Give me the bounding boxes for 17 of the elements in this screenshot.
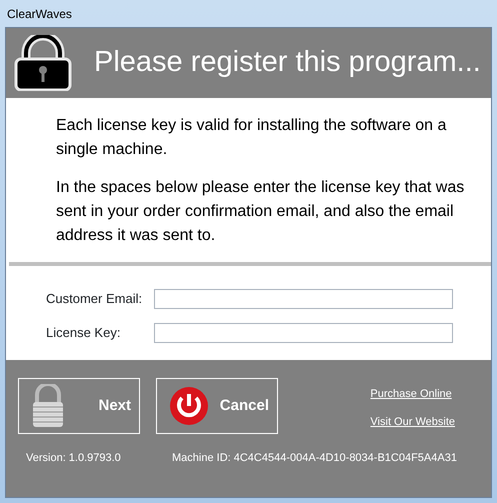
next-button[interactable]: Next — [18, 378, 140, 434]
field-label: Customer Email: — [46, 290, 144, 308]
version-label: Version: 1.0.9793.0 — [26, 451, 122, 466]
input-field[interactable] — [154, 289, 453, 309]
link[interactable]: Visit Our Website — [370, 414, 455, 430]
padlock-icon — [14, 35, 72, 91]
paragraph: Each license key is valid for installing the software on a single machine. — [56, 116, 448, 160]
field-label: License Key: — [46, 324, 122, 342]
machine-id-label: Machine ID: 4C4C4544-004A-4D10-8034-B1C04F5A4A31 — [172, 451, 457, 466]
paragraph: In the spaces below please enter the license key that was sent in your order confirmation email, and also the email address it was sent to. — [56, 178, 466, 246]
link[interactable]: Purchase Online — [370, 386, 455, 402]
power-icon — [169, 386, 209, 426]
input-field[interactable] — [154, 323, 453, 343]
window-title: ClearWaves — [6, 6, 73, 23]
cancel-button[interactable]: Cancel — [156, 378, 278, 434]
padlock-icon — [31, 384, 65, 428]
header-title: Please register this program... — [94, 45, 481, 80]
